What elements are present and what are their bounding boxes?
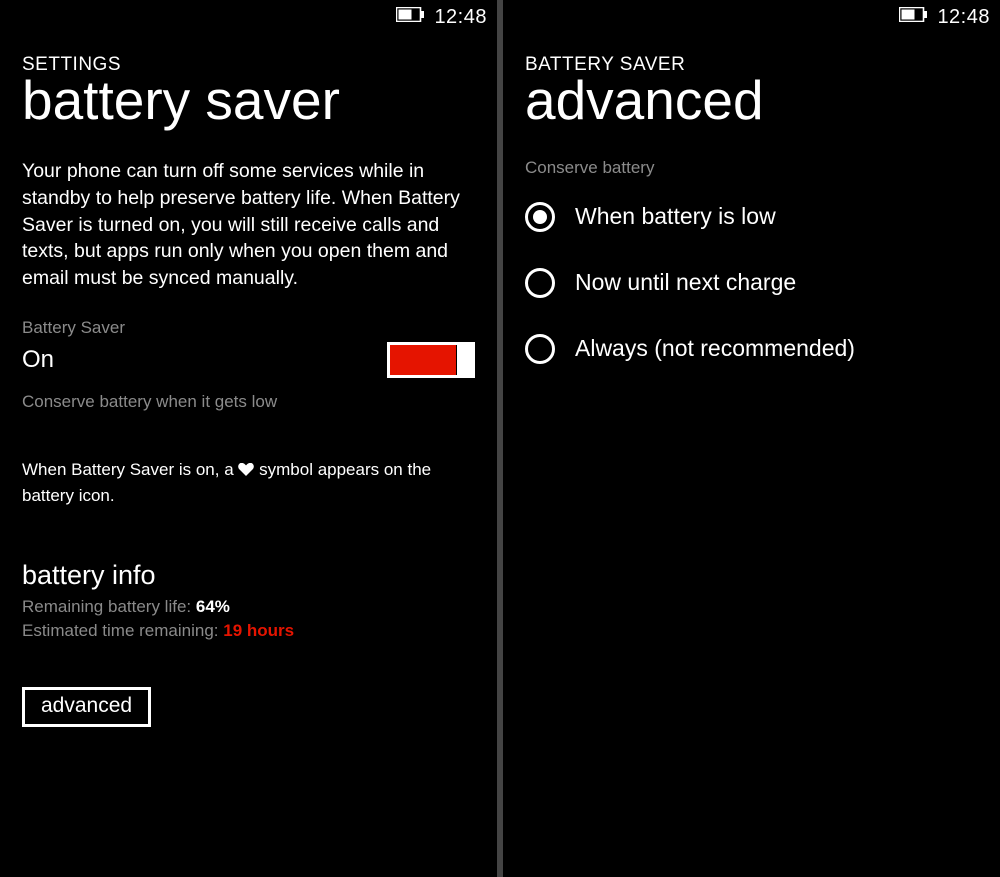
advanced-button[interactable]: advanced [22, 687, 151, 727]
toggle-value-text: On [22, 346, 54, 374]
battery-saver-toggle[interactable] [387, 342, 475, 378]
page-title: battery saver [22, 72, 475, 130]
remaining-life-label: Remaining battery life: [22, 597, 196, 616]
conserve-radio-group: When battery is low Now until next charge… [525, 184, 978, 382]
toggle-label: Battery Saver [22, 318, 475, 338]
radio-icon [525, 202, 555, 232]
radio-icon [525, 334, 555, 364]
heart-info-text: When Battery Saver is on, a symbol appea… [22, 458, 475, 508]
radio-group-label: Conserve battery [525, 158, 978, 178]
estimated-time-value: 19 hours [223, 621, 294, 640]
remaining-life-row: Remaining battery life: 64% [22, 595, 475, 619]
page-title: advanced [525, 72, 978, 130]
battery-icon [396, 7, 424, 27]
status-bar: 12:48 [503, 0, 1000, 30]
info-text-prefix: When Battery Saver is on, a [22, 460, 238, 479]
clock: 12:48 [434, 6, 487, 29]
radio-option[interactable]: Always (not recommended) [525, 316, 978, 382]
remaining-life-value: 64% [196, 597, 230, 616]
radio-icon [525, 268, 555, 298]
description-text: Your phone can turn off some services wh… [22, 158, 475, 293]
radio-label: Now until next charge [575, 269, 796, 296]
radio-label: When battery is low [575, 203, 776, 230]
battery-info-header: battery info [22, 560, 475, 591]
radio-option[interactable]: When battery is low [525, 184, 978, 250]
radio-option[interactable]: Now until next charge [525, 250, 978, 316]
heart-icon [238, 462, 259, 481]
status-bar: 12:48 [0, 0, 497, 30]
battery-icon [899, 7, 927, 27]
estimated-time-row: Estimated time remaining: 19 hours [22, 619, 475, 643]
screen-advanced: 12:48 BATTERY SAVER advanced Conserve ba… [503, 0, 1000, 877]
conserve-subtext: Conserve battery when it gets low [22, 392, 475, 412]
estimated-time-label: Estimated time remaining: [22, 621, 223, 640]
screen-battery-saver: 12:48 SETTINGS battery saver Your phone … [0, 0, 497, 877]
radio-label: Always (not recommended) [575, 335, 855, 362]
clock: 12:48 [937, 6, 990, 29]
